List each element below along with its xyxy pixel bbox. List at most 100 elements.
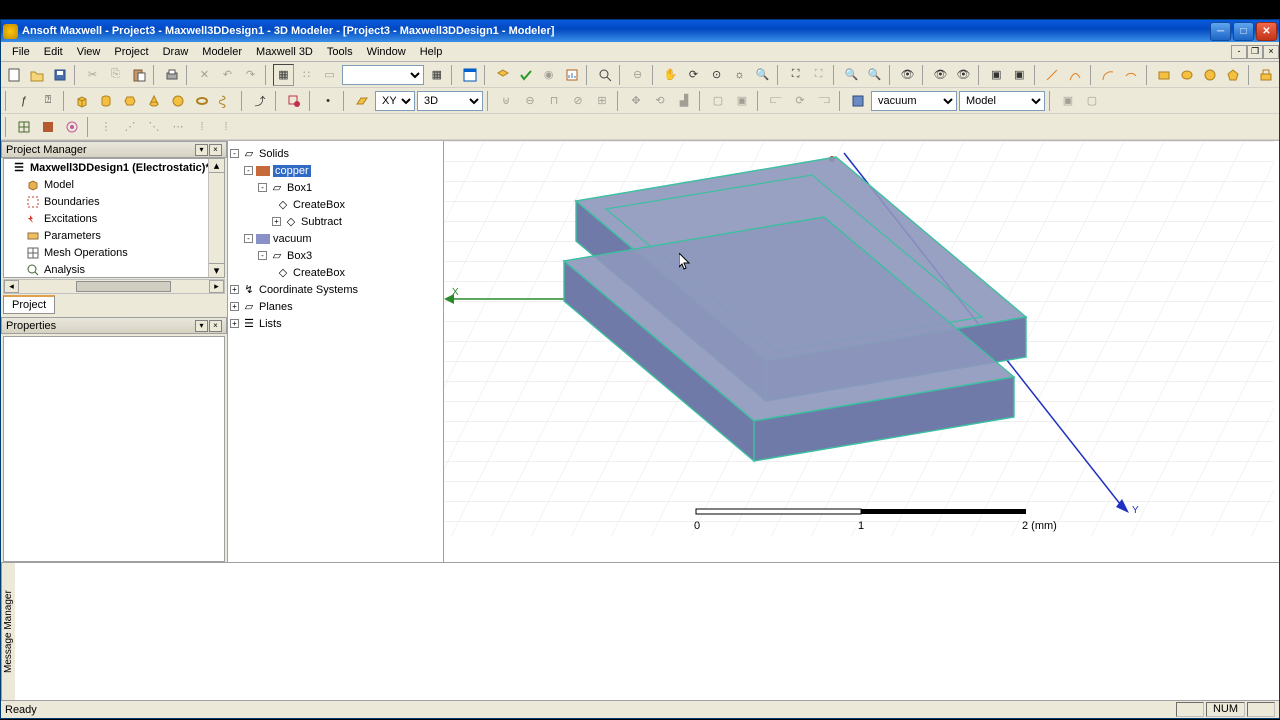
tree-vacuum[interactable]: -vacuum bbox=[230, 230, 441, 247]
tree-subtract[interactable]: +◇Subtract bbox=[230, 213, 441, 230]
subtract-icon[interactable]: ⊖ bbox=[519, 90, 541, 112]
zoom-icon[interactable] bbox=[594, 64, 615, 86]
material-icon[interactable] bbox=[847, 90, 869, 112]
sphere-icon[interactable] bbox=[167, 90, 189, 112]
pm-tree[interactable]: ☰Maxwell3DDesign1 (Electrostatic)* Model… bbox=[3, 158, 225, 278]
sweep-icon[interactable] bbox=[1256, 64, 1277, 86]
dup-rot-icon[interactable]: ⟳ bbox=[789, 90, 811, 112]
new-icon[interactable] bbox=[3, 64, 24, 86]
regpoly-icon[interactable] bbox=[119, 90, 141, 112]
zoom-out-icon[interactable]: 🔍 bbox=[864, 64, 885, 86]
arc2-icon[interactable] bbox=[1121, 64, 1142, 86]
props-expand-icon[interactable]: ▾ bbox=[195, 320, 208, 332]
split-icon[interactable]: ⊘ bbox=[567, 90, 589, 112]
menu-edit[interactable]: Edit bbox=[37, 44, 70, 60]
expand-icon[interactable]: + bbox=[230, 319, 239, 328]
ellipse-icon[interactable] bbox=[1177, 64, 1198, 86]
menu-draw[interactable]: Draw bbox=[156, 44, 196, 60]
line-icon[interactable] bbox=[1042, 64, 1063, 86]
ungroup-icon[interactable]: ▢ bbox=[1081, 90, 1103, 112]
menu-view[interactable]: View bbox=[70, 44, 108, 60]
component-select[interactable] bbox=[342, 65, 424, 85]
plane-icon[interactable] bbox=[351, 90, 373, 112]
mode-select[interactable]: 3D bbox=[417, 91, 483, 111]
minimize-button[interactable]: ─ bbox=[1210, 22, 1231, 41]
tree-lists[interactable]: +☰Lists bbox=[230, 315, 441, 332]
cone-icon[interactable] bbox=[143, 90, 165, 112]
pm-node-model[interactable]: Model bbox=[4, 176, 224, 193]
model-tree[interactable]: -▱Solids -copper -▱Box1 ◇CreateBox +◇Sub… bbox=[228, 141, 444, 562]
zoom-realtime-icon[interactable]: 🔍 bbox=[752, 64, 773, 86]
eqn-icon[interactable]: ƒ bbox=[13, 90, 35, 112]
pick4-icon[interactable]: ⋯ bbox=[167, 116, 189, 138]
help-context-icon[interactable]: ⍰ bbox=[37, 90, 59, 112]
pick1-icon[interactable]: ⋮ bbox=[95, 116, 117, 138]
material-select[interactable]: vacuum bbox=[871, 91, 957, 111]
redo-icon[interactable]: ↷ bbox=[240, 64, 261, 86]
box-icon[interactable] bbox=[71, 90, 93, 112]
pm-header[interactable]: Project Manager ▾× bbox=[1, 141, 227, 158]
boolean-icon[interactable]: ⊖ bbox=[627, 64, 648, 86]
show-icon[interactable]: 👁 bbox=[897, 64, 918, 86]
props-close-icon[interactable]: × bbox=[209, 320, 222, 332]
pm-node-analysis[interactable]: Analysis bbox=[4, 261, 224, 278]
tree-planes[interactable]: +▱Planes bbox=[230, 298, 441, 315]
mdi-minimize-button[interactable]: - bbox=[1231, 45, 1247, 59]
plane-select[interactable]: XY bbox=[375, 91, 415, 111]
pm-tab-project[interactable]: Project bbox=[3, 295, 55, 314]
circle-icon[interactable] bbox=[1200, 64, 1221, 86]
polygon-icon[interactable] bbox=[1223, 64, 1244, 86]
pm-node-mesh[interactable]: Mesh Operations bbox=[4, 244, 224, 261]
wireframe-icon[interactable]: ▣ bbox=[986, 64, 1007, 86]
properties-body[interactable] bbox=[3, 336, 225, 562]
imprint-icon[interactable]: ⊞ bbox=[591, 90, 613, 112]
menu-window[interactable]: Window bbox=[360, 44, 413, 60]
point-icon[interactable]: • bbox=[317, 90, 339, 112]
layers-icon[interactable] bbox=[492, 64, 513, 86]
pick2-icon[interactable]: ⋰ bbox=[119, 116, 141, 138]
grid-toggle-icon[interactable]: ▦ bbox=[426, 64, 447, 86]
close-button[interactable]: ✕ bbox=[1256, 22, 1277, 41]
dup-line-icon[interactable]: ⫍ bbox=[765, 90, 787, 112]
pm-hscroll[interactable]: ◂▸ bbox=[3, 279, 225, 294]
menu-help[interactable]: Help bbox=[413, 44, 450, 60]
window-icon[interactable] bbox=[459, 64, 480, 86]
titlebar[interactable]: Ansoft Maxwell - Project3 - Maxwell3DDes… bbox=[1, 20, 1279, 42]
dup-mirror-icon[interactable]: ⫎ bbox=[813, 90, 835, 112]
tree-copper[interactable]: -copper bbox=[230, 162, 441, 179]
props-header[interactable]: Properties ▾× bbox=[1, 317, 227, 334]
msg-title[interactable]: Message Manager bbox=[1, 563, 15, 700]
copy-icon[interactable]: ⎘ bbox=[105, 64, 126, 86]
pick6-icon[interactable]: ⁞ bbox=[215, 116, 237, 138]
rotateobj-icon[interactable]: ⟲ bbox=[649, 90, 671, 112]
unite-icon[interactable]: ⊎ bbox=[495, 90, 517, 112]
pm-design-node[interactable]: ☰Maxwell3DDesign1 (Electrostatic)* bbox=[4, 159, 224, 176]
expand-icon[interactable]: + bbox=[272, 217, 281, 226]
spline-icon[interactable] bbox=[1065, 64, 1086, 86]
shaded-icon[interactable]: ▣ bbox=[1009, 64, 1030, 86]
helix-icon[interactable] bbox=[215, 90, 237, 112]
maximize-button[interactable]: □ bbox=[1233, 22, 1254, 41]
rotate-icon[interactable]: ⟳ bbox=[683, 64, 704, 86]
3d-viewport[interactable]: X Y 0 1 2 (mm) bbox=[444, 141, 1279, 562]
msg-body[interactable] bbox=[15, 563, 1279, 700]
grid-icon[interactable]: ∷ bbox=[296, 64, 317, 86]
expand-icon[interactable]: + bbox=[230, 285, 239, 294]
pick5-icon[interactable]: ⁞ bbox=[191, 116, 213, 138]
tree-coords[interactable]: +↯Coordinate Systems bbox=[230, 281, 441, 298]
mdi-restore-button[interactable]: ❐ bbox=[1247, 45, 1263, 59]
zoom-in-icon[interactable]: 🔍 bbox=[841, 64, 862, 86]
mesh-icon[interactable] bbox=[13, 116, 35, 138]
save-icon[interactable] bbox=[49, 64, 70, 86]
report-icon[interactable] bbox=[561, 64, 582, 86]
cut-icon[interactable]: ✂ bbox=[82, 64, 103, 86]
collapse-icon[interactable]: - bbox=[244, 166, 253, 175]
paste-icon[interactable] bbox=[128, 64, 149, 86]
group-icon[interactable]: ▣ bbox=[1057, 90, 1079, 112]
pm-expand-icon[interactable]: ▾ bbox=[195, 144, 208, 156]
fit-icon[interactable]: ⛶ bbox=[785, 64, 806, 86]
fit-sel-icon[interactable]: ⛶ bbox=[808, 64, 829, 86]
thick-icon[interactable]: ▣ bbox=[731, 90, 753, 112]
collapse-icon[interactable]: - bbox=[258, 183, 267, 192]
tree-solids[interactable]: -▱Solids bbox=[230, 145, 441, 162]
